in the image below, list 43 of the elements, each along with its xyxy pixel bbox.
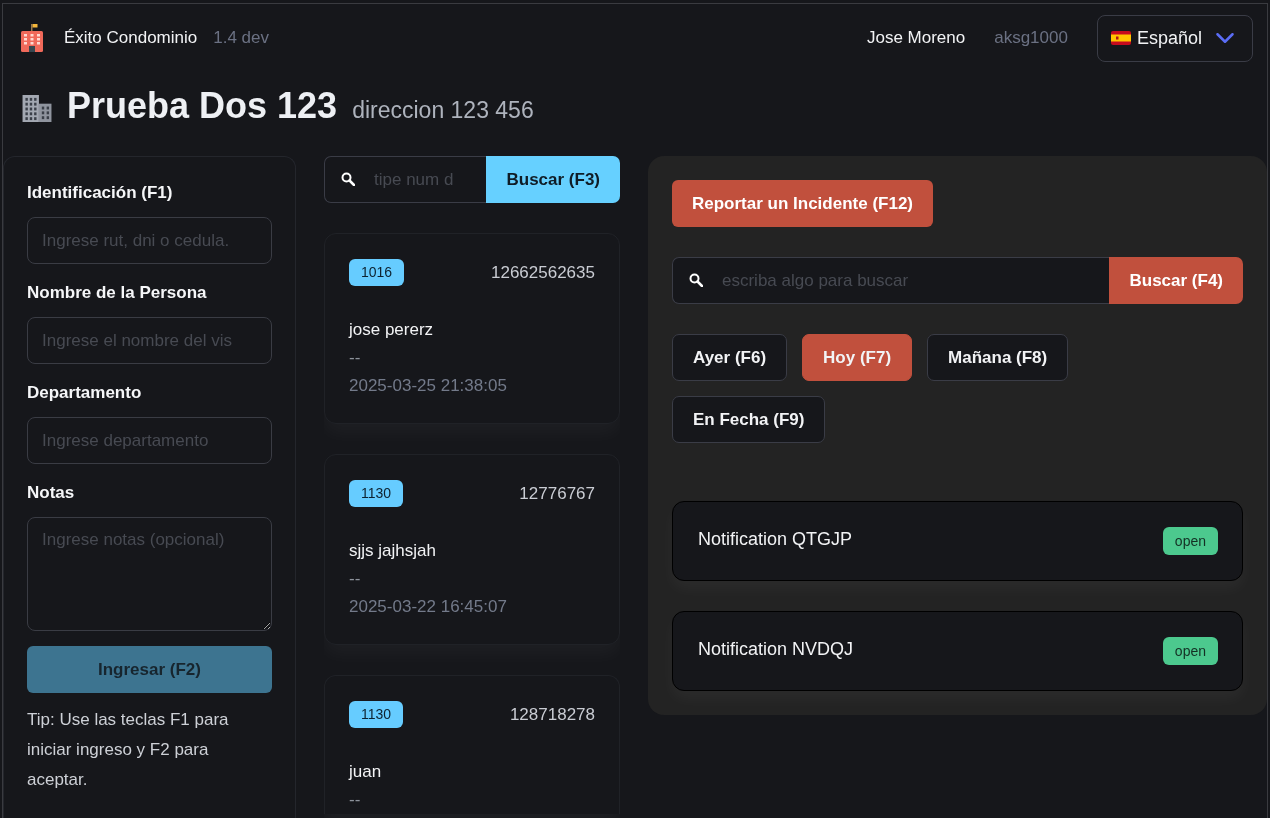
notification-title: Notification NVDQJ xyxy=(698,638,854,660)
flag-icon xyxy=(1110,31,1131,45)
field-label: Identificación (F1) xyxy=(27,182,174,204)
date-filter-button[interactable]: Mañana (F8) xyxy=(927,334,1069,381)
visit-timestamp: 2025-03-25 21:38:05 xyxy=(349,375,508,397)
app-version: 1.4 dev xyxy=(213,28,269,48)
unit-badge: 1130 xyxy=(349,480,404,507)
office-building-icon xyxy=(22,95,52,122)
visitor-name: sjjs jajhsjah xyxy=(349,540,437,562)
notification-title: Notification QTGJP xyxy=(698,528,853,550)
search-icon xyxy=(689,273,703,287)
report-incident-button[interactable]: Reportar un Incidente (F12) xyxy=(672,180,934,227)
date-filter-button[interactable]: Hoy (F7) xyxy=(802,334,913,381)
app-name: Éxito Condominio xyxy=(64,28,198,48)
visit-notes: -- xyxy=(349,789,362,811)
unit-badge: 1130 xyxy=(349,701,404,728)
visit-notes: -- xyxy=(349,568,362,590)
status-badge: open xyxy=(1162,527,1218,555)
visit-notes: -- xyxy=(349,347,362,369)
search-button[interactable]: Buscar (F4) xyxy=(1109,257,1243,304)
user-name: Jose Moreno xyxy=(866,28,966,48)
field-label: Nombre de la Persona xyxy=(27,282,208,304)
language-selector[interactable]: Español xyxy=(1096,14,1253,62)
visit-timestamp: 2025-03-22 16:45:07 xyxy=(349,596,508,618)
visitor-name: juan xyxy=(349,761,383,783)
property-name: Prueba Dos 123 xyxy=(67,84,338,128)
search-icon xyxy=(341,172,355,186)
date-filter-button[interactable]: En Fecha (F9) xyxy=(672,396,826,443)
document-number: 12662562635 xyxy=(491,262,595,283)
field-label: Departamento xyxy=(27,382,143,404)
unit-badge: 1016 xyxy=(349,259,405,286)
status-badge: open xyxy=(1162,637,1218,665)
document-number: 12776767 xyxy=(519,483,595,504)
search-button[interactable]: Buscar (F3) xyxy=(486,156,620,203)
document-number: 128718278 xyxy=(509,704,595,725)
date-filter-button[interactable]: Ayer (F6) xyxy=(672,334,788,381)
user-code: aksg1000 xyxy=(994,28,1068,48)
chevron-down-icon xyxy=(1216,33,1234,43)
field-label: Notas xyxy=(27,482,76,504)
visitor-name: jose pererz xyxy=(349,319,435,341)
property-address: direccion 123 456 xyxy=(352,97,534,124)
tip-text: Tip: Use las teclas F1 para iniciar ingreso y F2 para aceptar. xyxy=(27,709,230,791)
building-flag-icon xyxy=(21,24,43,52)
